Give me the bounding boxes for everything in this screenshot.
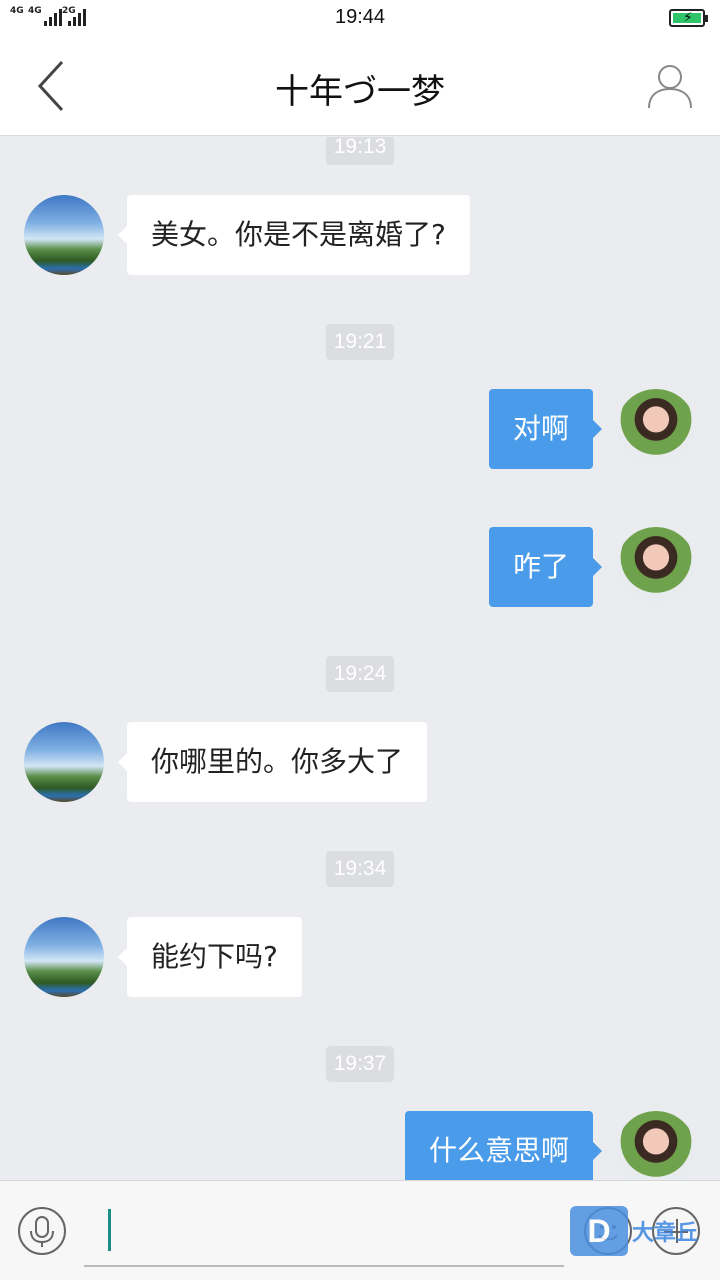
chat-header: 十年づ一梦 xyxy=(0,36,720,136)
outgoing-message-bubble[interactable]: 什么意思啊 xyxy=(404,1111,603,1180)
battery-charging-icon: ⚡ xyxy=(669,9,708,27)
contact-avatar[interactable] xyxy=(24,917,104,997)
incoming-message-bubble[interactable]: 你哪里的。你多大了 xyxy=(117,722,428,802)
watermark-logo: D xyxy=(570,1206,628,1256)
incoming-message-bubble[interactable]: 美女。你是不是离婚了? xyxy=(118,195,470,275)
timestamp: 19:13 xyxy=(326,137,394,165)
chat-title: 十年づ一梦 xyxy=(275,72,445,112)
status-clock: 19:44 xyxy=(334,6,386,28)
input-bar: D 大章丘 xyxy=(0,1180,720,1280)
timestamp: 19:34 xyxy=(326,851,394,887)
watermark: D 大章丘 xyxy=(570,1205,698,1257)
contact-avatar[interactable] xyxy=(24,195,104,275)
my-avatar[interactable] xyxy=(616,1111,696,1180)
timestamp: 19:24 xyxy=(326,656,394,692)
contact-avatar[interactable] xyxy=(24,722,104,802)
status-bar: 4G 4G 2G 19:44 ⚡ xyxy=(0,0,720,36)
my-avatar[interactable] xyxy=(616,389,696,469)
text-caret xyxy=(108,1209,111,1251)
voice-input-button[interactable] xyxy=(18,1207,66,1255)
incoming-message-bubble[interactable]: 能约下吗? xyxy=(118,917,302,997)
message-list[interactable]: 19:13 美女。你是不是离婚了? 19:21 对啊 咋了 19:24 你哪里的… xyxy=(0,137,720,1180)
profile-button[interactable] xyxy=(646,62,694,110)
watermark-text: 大章丘 xyxy=(632,1221,699,1246)
my-avatar[interactable] xyxy=(616,527,696,607)
person-outline-icon xyxy=(648,65,692,109)
outgoing-message-bubble[interactable]: 咋了 xyxy=(488,527,603,607)
message-input[interactable] xyxy=(84,1199,564,1267)
microphone-icon xyxy=(30,1216,54,1247)
timestamp: 19:37 xyxy=(326,1046,394,1082)
outgoing-message-bubble[interactable]: 对啊 xyxy=(488,389,603,469)
timestamp: 19:21 xyxy=(326,324,394,360)
